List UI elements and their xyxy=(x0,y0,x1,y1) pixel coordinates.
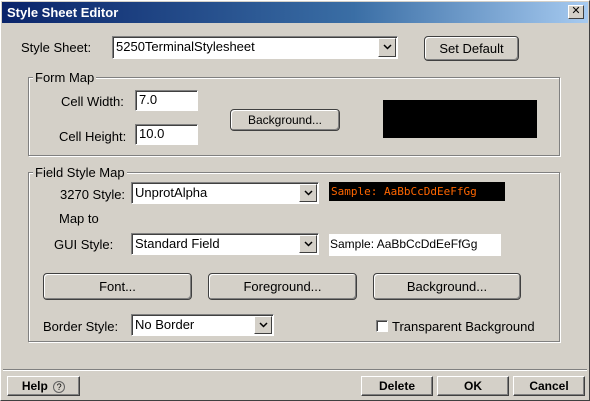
style-3270-value: UnprotAlpha xyxy=(135,185,208,200)
cell-height-label: Cell Height: xyxy=(59,129,127,144)
form-background-preview xyxy=(383,100,537,138)
chevron-down-icon[interactable] xyxy=(254,316,272,334)
transparent-background-label: Transparent Background xyxy=(392,319,535,334)
chevron-down-icon[interactable] xyxy=(299,184,317,202)
style-sheet-select[interactable]: 5250TerminalStylesheet xyxy=(112,36,398,59)
chevron-down-icon[interactable] xyxy=(378,38,396,57)
cell-width-label: Cell Width: xyxy=(61,94,124,109)
form-background-button[interactable]: Background... xyxy=(230,109,340,131)
ok-button[interactable]: OK xyxy=(437,376,509,396)
sample-gui-preview: Sample: AaBbCcDdEeFfGg xyxy=(329,234,501,256)
style-3270-label: 3270 Style: xyxy=(60,187,126,202)
border-style-select[interactable]: No Border xyxy=(131,314,274,336)
border-style-value: No Border xyxy=(135,317,195,332)
sample-3270-preview: Sample: AaBbCcDdEeFfGg xyxy=(329,182,505,201)
gui-style-value: Standard Field xyxy=(135,236,220,251)
gui-style-select[interactable]: Standard Field xyxy=(131,233,319,255)
style-sheet-editor-window: Style Sheet Editor ✕ Style Sheet: 5250Te… xyxy=(0,0,590,401)
gui-style-label: GUI Style: xyxy=(54,237,114,252)
transparent-background-checkbox[interactable] xyxy=(376,320,388,332)
field-background-button[interactable]: Background... xyxy=(373,273,521,300)
set-default-button[interactable]: Set Default xyxy=(424,36,519,61)
question-circle-icon: ? xyxy=(53,380,66,393)
field-style-map-title: Field Style Map xyxy=(33,165,127,180)
style-sheet-value: 5250TerminalStylesheet xyxy=(116,39,255,54)
close-icon: ✕ xyxy=(571,5,581,17)
form-map-title: Form Map xyxy=(33,70,97,85)
map-to-label: Map to xyxy=(59,211,99,226)
delete-button[interactable]: Delete xyxy=(361,376,433,396)
title-bar[interactable]: Style Sheet Editor ✕ xyxy=(2,2,588,23)
cancel-button[interactable]: Cancel xyxy=(513,376,585,396)
chevron-down-icon[interactable] xyxy=(299,235,317,253)
style-sheet-label: Style Sheet: xyxy=(21,40,92,55)
style-3270-select[interactable]: UnprotAlpha xyxy=(131,182,319,204)
cell-width-input[interactable]: 7.0 xyxy=(135,90,198,111)
help-label: Help xyxy=(21,379,48,393)
window-title: Style Sheet Editor xyxy=(7,5,119,20)
footer-separator xyxy=(3,369,587,371)
border-style-label: Border Style: xyxy=(43,319,119,334)
close-button[interactable]: ✕ xyxy=(568,5,584,19)
font-button[interactable]: Font... xyxy=(43,273,192,300)
help-button[interactable]: Help ? xyxy=(7,376,80,396)
foreground-button[interactable]: Foreground... xyxy=(208,273,357,300)
cell-height-input[interactable]: 10.0 xyxy=(135,124,198,145)
